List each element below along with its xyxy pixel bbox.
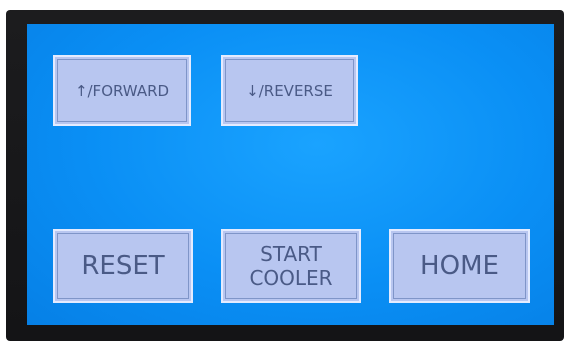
forward-button[interactable]: ↑/FORWARD [53, 55, 191, 126]
reset-button-label: RESET [81, 251, 165, 281]
start-cooler-button[interactable]: START COOLER [221, 229, 361, 303]
home-button[interactable]: HOME [389, 229, 530, 303]
start-cooler-line2: COOLER [249, 266, 333, 290]
reverse-button-label: ↓/REVERSE [246, 81, 333, 100]
home-button-label: HOME [420, 251, 499, 281]
start-cooler-button-label: START COOLER [249, 242, 332, 291]
reset-button[interactable]: RESET [53, 229, 193, 303]
touch-screen: ↑/FORWARD ↓/REVERSE RESET START COOLER H… [27, 24, 554, 325]
start-cooler-line1: START [260, 241, 322, 266]
forward-button-label: ↑/FORWARD [74, 81, 170, 100]
reverse-button[interactable]: ↓/REVERSE [221, 55, 358, 126]
